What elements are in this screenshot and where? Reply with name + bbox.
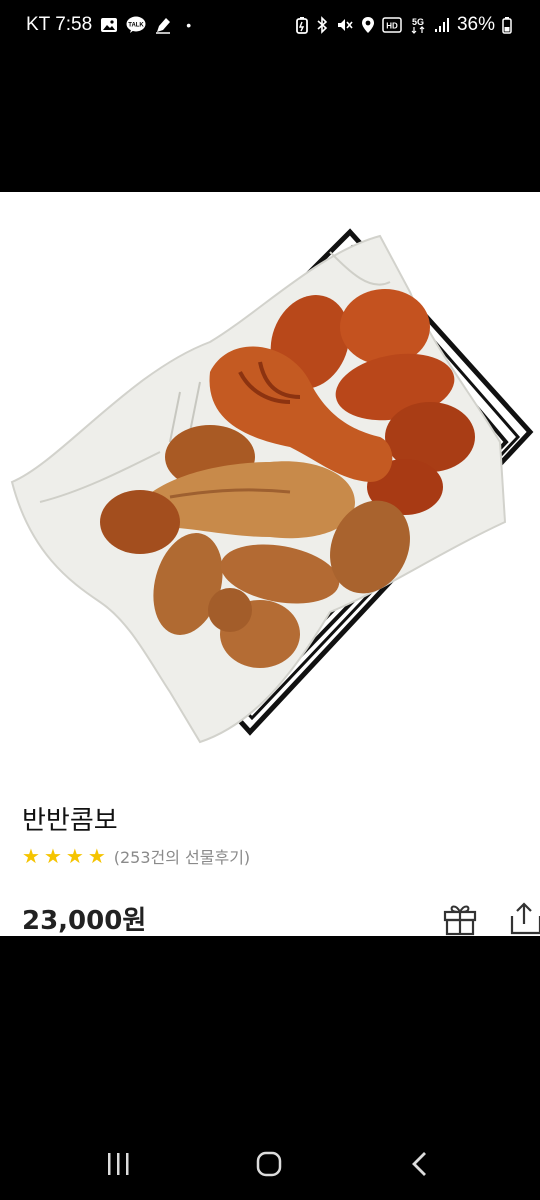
rating-row[interactable]: ★ ★ ★ ★ (253건의 선물후기)	[22, 844, 250, 868]
star-icon: ★	[65, 844, 84, 868]
share-button[interactable]	[506, 900, 540, 936]
gift-button[interactable]	[442, 900, 478, 936]
gift-icon	[443, 905, 477, 936]
product-image	[0, 192, 540, 766]
star-icon: ★	[22, 844, 40, 868]
status-bar: KT 7:58 TALK • HD 5G 36%	[0, 0, 540, 52]
hd-icon: HD	[382, 17, 402, 33]
hd-label: HD	[386, 22, 398, 31]
fried-chicken-basket-photo	[10, 228, 534, 744]
signal-icon	[434, 17, 450, 33]
talk-icon: TALK	[126, 16, 146, 34]
gallery-icon	[100, 16, 118, 34]
share-icon	[510, 902, 540, 935]
product-title: 반반콤보	[22, 806, 118, 836]
battery-percent: 36%	[456, 14, 495, 35]
talk-label: TALK	[128, 23, 144, 29]
star-icon: ★	[87, 844, 106, 868]
battery-icon	[502, 16, 512, 34]
notification-dot: •	[186, 17, 192, 33]
5g-label: 5G	[412, 17, 424, 27]
bluetooth-icon	[315, 16, 329, 34]
navigation-bar	[0, 1128, 540, 1200]
star-icon: ★	[43, 844, 62, 868]
back-button[interactable]	[390, 1142, 450, 1186]
mute-icon	[336, 16, 354, 34]
carrier-time: KT 7:58	[26, 14, 93, 35]
pen-icon	[154, 16, 172, 34]
back-icon	[412, 1152, 426, 1176]
product-price: 23,000원	[22, 906, 147, 936]
review-count[interactable]: (253건의 선물후기)	[114, 844, 250, 868]
5g-icon: 5G	[409, 16, 427, 34]
home-button[interactable]	[239, 1142, 299, 1186]
status-right: HD 5G 36%	[296, 14, 512, 36]
status-left: KT 7:58 TALK •	[26, 14, 191, 36]
recent-apps-button[interactable]	[88, 1142, 148, 1186]
product-detail: 반반콤보 ★ ★ ★ ★ (253건의 선물후기) 23,000원	[0, 192, 540, 936]
battery-saver-icon	[296, 16, 308, 34]
home-icon	[256, 1151, 282, 1177]
recent-apps-icon	[108, 1153, 129, 1175]
location-icon	[361, 16, 375, 34]
